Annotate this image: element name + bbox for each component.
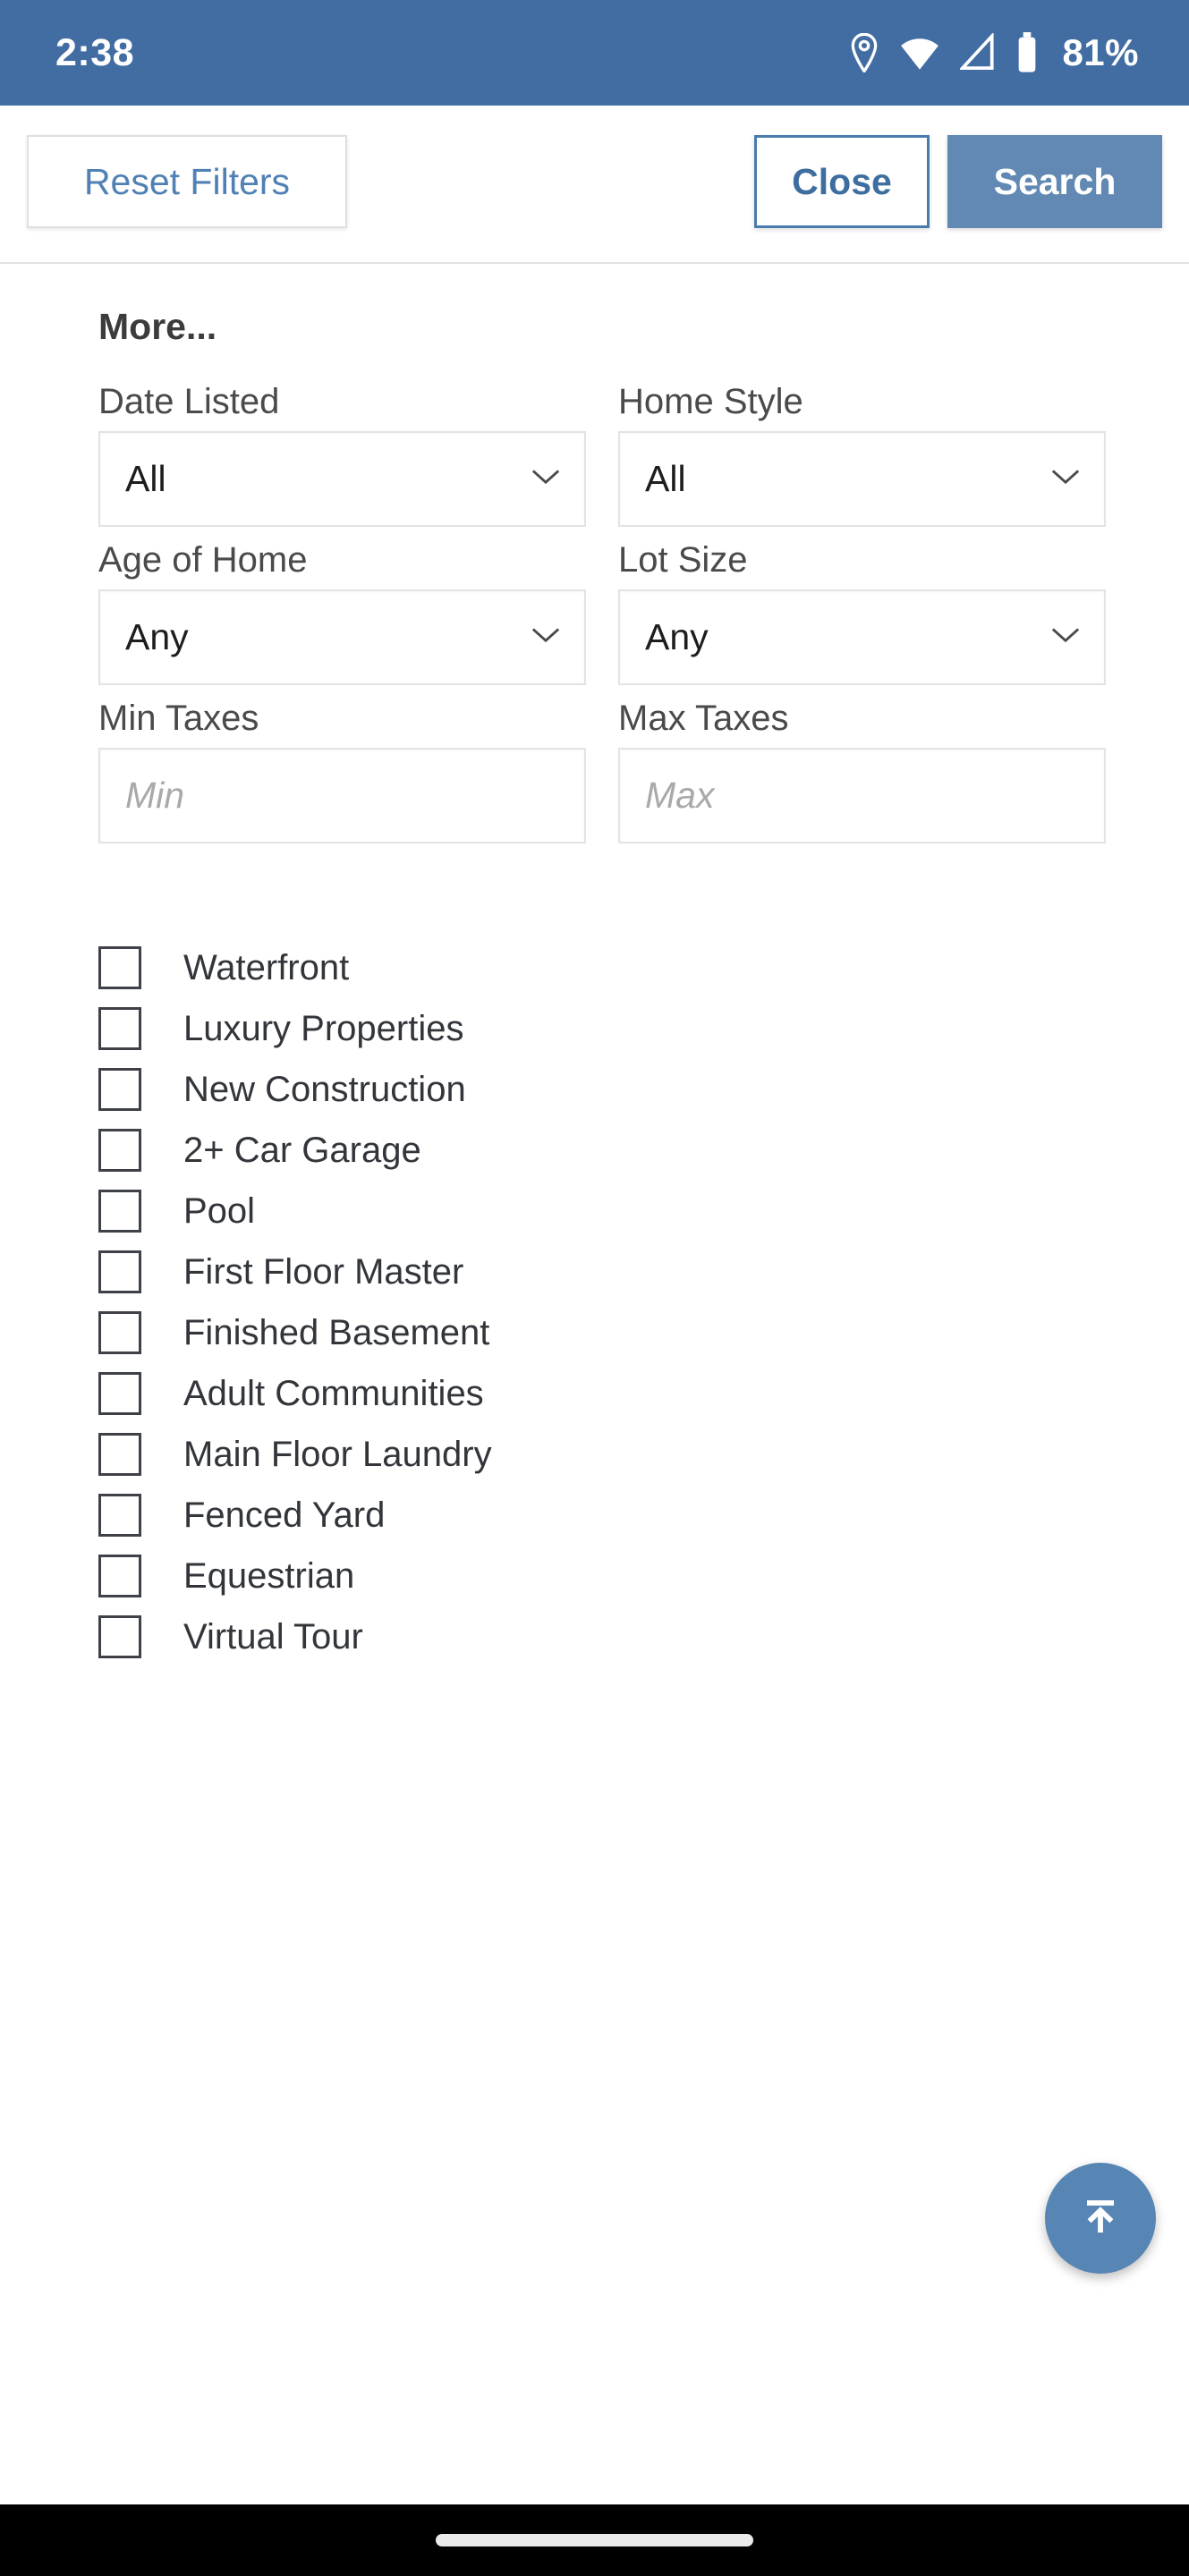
field-label-lot-size: Lot Size — [618, 540, 748, 580]
wifi-icon — [899, 33, 940, 72]
field-age-of-home: Age of Home Any — [98, 542, 586, 685]
search-button[interactable]: Search — [947, 135, 1162, 228]
checkbox-label-pool: Pool — [183, 1191, 256, 1231]
status-time: 2:38 — [55, 30, 135, 74]
checkbox-row-pool[interactable]: Pool — [98, 1181, 1091, 1241]
checkbox-row-2-car-garage[interactable]: 2+ Car Garage — [98, 1120, 1091, 1181]
checkbox-label-virtual-tour: Virtual Tour — [183, 1616, 363, 1657]
checkbox-label-new-construction: New Construction — [183, 1069, 466, 1109]
feature-checkbox-list: Waterfront Luxury Properties New Constru… — [98, 937, 1091, 1667]
checkbox-finished-basement[interactable] — [98, 1311, 141, 1354]
select-value-home-style: All — [645, 458, 686, 499]
checkbox-label-2-car-garage: 2+ Car Garage — [183, 1130, 421, 1170]
checkbox-virtual-tour[interactable] — [98, 1615, 141, 1658]
select-lot-size[interactable]: Any — [618, 589, 1106, 685]
field-label-date-listed: Date Listed — [98, 382, 280, 421]
filter-field-grid: Date Listed All Home Style All Age of Ho… — [98, 384, 1106, 859]
cell-signal-icon — [960, 33, 996, 72]
min-taxes-input[interactable]: Min — [98, 748, 586, 843]
page-title: More... — [98, 306, 217, 347]
home-gesture-pill[interactable] — [436, 2534, 753, 2546]
checkbox-luxury-properties[interactable] — [98, 1007, 141, 1050]
checkbox-row-main-floor-laundry[interactable]: Main Floor Laundry — [98, 1424, 1091, 1485]
checkbox-2-car-garage[interactable] — [98, 1129, 141, 1172]
checkbox-adult-communities[interactable] — [98, 1372, 141, 1415]
checkbox-row-virtual-tour[interactable]: Virtual Tour — [98, 1606, 1091, 1667]
checkbox-row-luxury-properties[interactable]: Luxury Properties — [98, 998, 1091, 1059]
app-screen: 2:38 81% Reset Filters Close Search More… — [0, 0, 1189, 2576]
checkbox-waterfront[interactable] — [98, 946, 141, 989]
checkbox-row-fenced-yard[interactable]: Fenced Yard — [98, 1485, 1091, 1546]
field-min-taxes: Min Taxes Min — [98, 700, 586, 843]
checkbox-label-luxury-properties: Luxury Properties — [183, 1008, 464, 1048]
checkbox-row-first-floor-master[interactable]: First Floor Master — [98, 1241, 1091, 1302]
status-bar: 2:38 81% — [0, 0, 1189, 106]
max-taxes-input[interactable]: Max — [618, 748, 1106, 843]
select-value-date-listed: All — [125, 458, 166, 499]
checkbox-label-first-floor-master: First Floor Master — [183, 1251, 464, 1292]
select-home-style[interactable]: All — [618, 431, 1106, 527]
checkbox-label-main-floor-laundry: Main Floor Laundry — [183, 1434, 492, 1474]
close-button[interactable]: Close — [754, 135, 930, 228]
min-taxes-placeholder: Min — [125, 775, 185, 816]
select-age-of-home[interactable]: Any — [98, 589, 586, 685]
battery-percent-label: 81% — [1062, 31, 1139, 73]
checkbox-label-waterfront: Waterfront — [183, 947, 350, 987]
field-max-taxes: Max Taxes Max — [618, 700, 1106, 843]
battery-icon — [1015, 32, 1039, 73]
checkbox-row-waterfront[interactable]: Waterfront — [98, 937, 1091, 998]
checkbox-fenced-yard[interactable] — [98, 1494, 141, 1537]
filter-panel: More... Date Listed All Home Style All A… — [0, 264, 1189, 2504]
checkbox-label-finished-basement: Finished Basement — [183, 1312, 490, 1352]
select-value-age-of-home: Any — [125, 616, 189, 657]
checkbox-row-adult-communities[interactable]: Adult Communities — [98, 1363, 1091, 1424]
checkbox-label-adult-communities: Adult Communities — [183, 1373, 484, 1413]
chevron-down-icon — [531, 626, 561, 648]
field-home-style: Home Style All — [618, 384, 1106, 527]
checkbox-new-construction[interactable] — [98, 1068, 141, 1111]
checkbox-row-finished-basement[interactable]: Finished Basement — [98, 1302, 1091, 1363]
field-date-listed: Date Listed All — [98, 384, 586, 527]
chevron-down-icon — [1050, 626, 1081, 648]
chevron-down-icon — [1050, 468, 1081, 490]
field-lot-size: Lot Size Any — [618, 542, 1106, 685]
select-date-listed[interactable]: All — [98, 431, 586, 527]
checkbox-label-fenced-yard: Fenced Yard — [183, 1495, 386, 1535]
arrow-to-top-icon — [1075, 2191, 1125, 2246]
status-icon-group: 81% — [849, 31, 1139, 74]
field-label-max-taxes: Max Taxes — [618, 699, 789, 738]
scroll-to-top-button[interactable] — [1045, 2163, 1156, 2274]
field-label-age-of-home: Age of Home — [98, 540, 308, 580]
field-label-min-taxes: Min Taxes — [98, 699, 259, 738]
checkbox-first-floor-master[interactable] — [98, 1250, 141, 1293]
checkbox-pool[interactable] — [98, 1190, 141, 1233]
select-value-lot-size: Any — [645, 616, 709, 657]
checkbox-main-floor-laundry[interactable] — [98, 1433, 141, 1476]
checkbox-row-equestrian[interactable]: Equestrian — [98, 1546, 1091, 1606]
checkbox-label-equestrian: Equestrian — [183, 1555, 355, 1596]
max-taxes-placeholder: Max — [645, 775, 715, 816]
filter-toolbar: Reset Filters Close Search — [0, 106, 1189, 264]
checkbox-equestrian[interactable] — [98, 1555, 141, 1597]
location-pin-icon — [849, 33, 879, 72]
reset-filters-button[interactable]: Reset Filters — [27, 135, 347, 228]
field-label-home-style: Home Style — [618, 382, 803, 421]
checkbox-row-new-construction[interactable]: New Construction — [98, 1059, 1091, 1120]
system-nav-bar — [0, 2504, 1189, 2576]
chevron-down-icon — [531, 468, 561, 490]
